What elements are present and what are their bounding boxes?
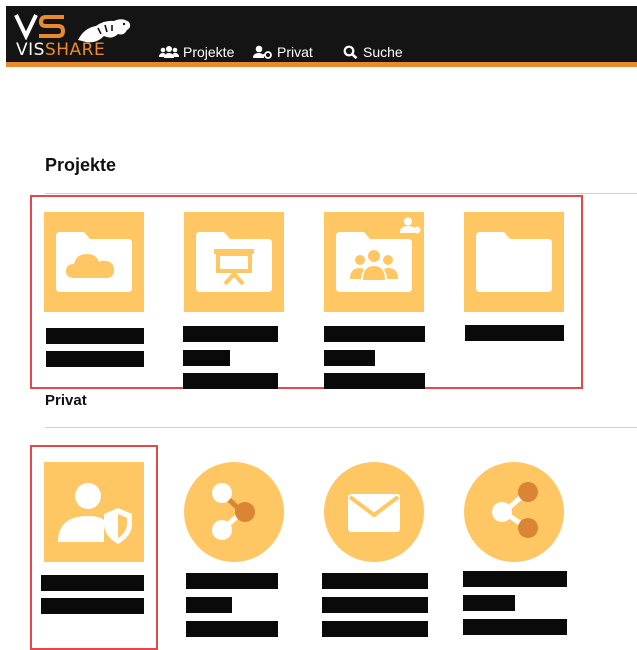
redacted-label	[183, 373, 278, 389]
logo-text-vis: VIS	[16, 40, 45, 60]
redacted-label	[186, 621, 278, 637]
private-tile-share-2[interactable]	[464, 462, 564, 562]
redacted-label	[183, 350, 230, 366]
private-tile-user-shield[interactable]	[44, 462, 144, 562]
redacted-label	[41, 598, 144, 614]
redacted-label	[463, 619, 567, 635]
folder-icon	[476, 232, 552, 292]
vs-logo-mark-icon	[14, 14, 66, 40]
redacted-label	[46, 328, 144, 344]
private-tile-mail[interactable]	[324, 462, 424, 562]
top-navigation-bar: VISSHARE Projekte Privat Suche	[6, 6, 637, 67]
redacted-label	[322, 621, 428, 637]
redacted-label	[463, 571, 567, 587]
redacted-label	[41, 575, 144, 591]
section-divider	[45, 427, 637, 428]
redacted-label	[186, 573, 278, 589]
search-icon	[343, 45, 358, 59]
nav-projekte-label: Projekte	[183, 44, 235, 60]
redacted-label	[324, 350, 375, 366]
redacted-label	[46, 351, 144, 367]
mail-icon	[348, 494, 400, 532]
redacted-label	[186, 597, 232, 613]
tiger-logo-icon	[78, 19, 131, 43]
nav-projekte[interactable]: Projekte	[159, 43, 234, 61]
project-tile-presentation[interactable]	[184, 212, 284, 312]
presentation-folder-icon	[196, 232, 272, 292]
redacted-label	[322, 597, 428, 613]
nav-suche-label: Suche	[363, 44, 403, 60]
redacted-label	[324, 326, 425, 342]
project-tile-group[interactable]	[324, 212, 424, 312]
nav-privat[interactable]: Privat	[253, 43, 313, 61]
project-tile-folder[interactable]	[464, 212, 564, 312]
cloud-folder-icon	[56, 232, 132, 292]
redacted-label	[322, 573, 428, 589]
nav-suche[interactable]: Suche	[343, 43, 403, 61]
shared-user-badge-icon	[400, 217, 421, 234]
redacted-label	[463, 595, 515, 611]
section-title-privat: Privat	[45, 392, 87, 409]
section-title-projekte: Projekte	[45, 155, 117, 175]
users-icon	[159, 46, 179, 58]
redacted-label	[465, 325, 564, 341]
user-key-icon	[253, 45, 272, 59]
share-icon	[212, 483, 255, 540]
user-shield-icon	[58, 483, 132, 544]
vis-share-logo[interactable]: VISSHARE	[14, 12, 144, 60]
nav-privat-label: Privat	[277, 44, 313, 60]
share-icon	[492, 482, 538, 538]
section-divider	[45, 193, 637, 194]
redacted-label	[183, 326, 278, 342]
private-tile-share-1[interactable]	[184, 462, 284, 562]
project-tile-cloud[interactable]	[44, 212, 144, 312]
redacted-label	[324, 373, 425, 389]
